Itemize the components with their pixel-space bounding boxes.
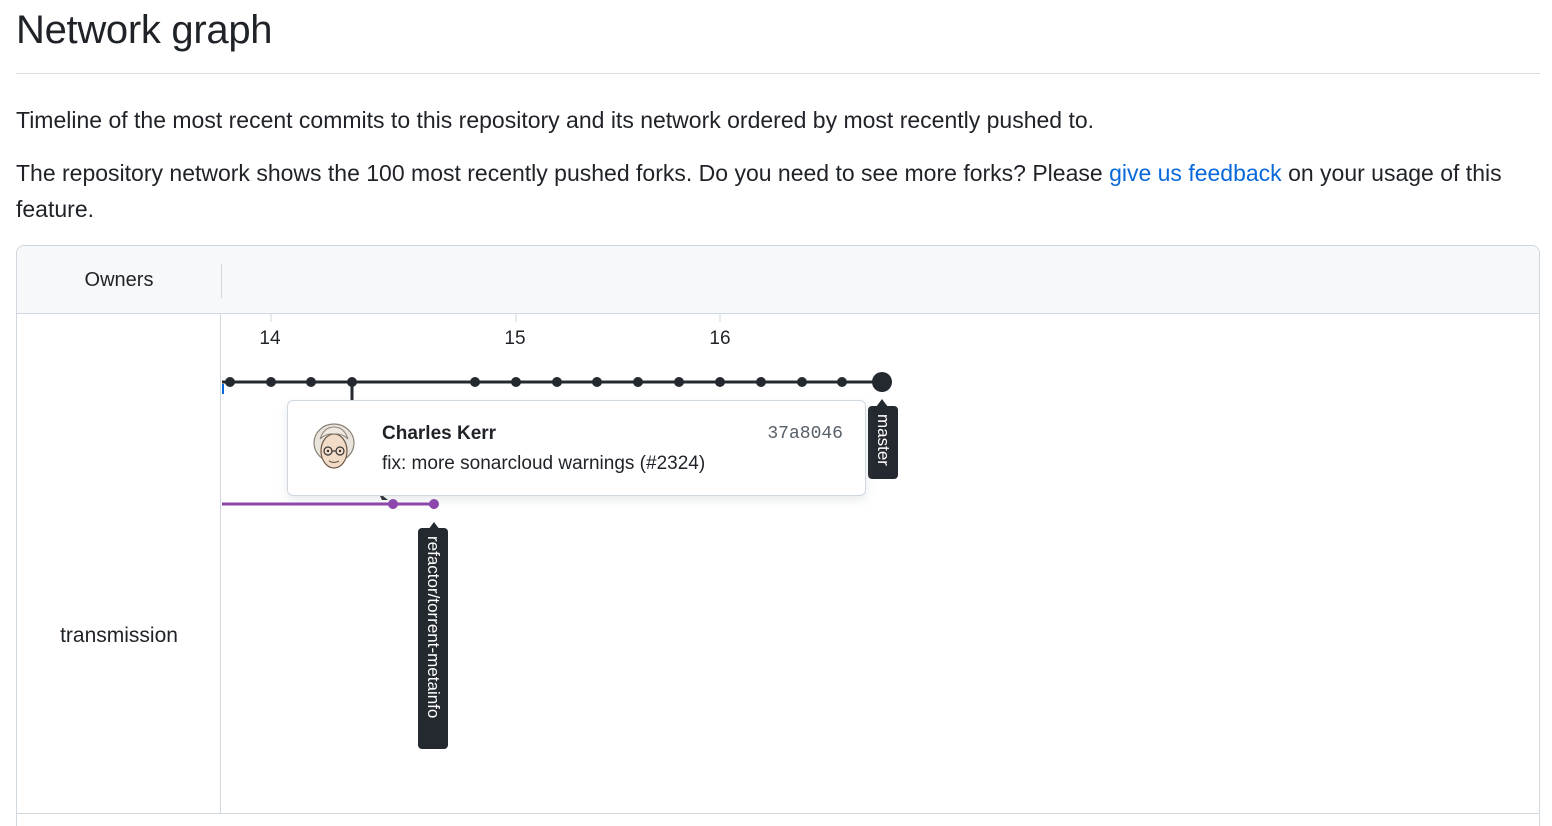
commit-author: Charles Kerr [382, 423, 497, 444]
commit-dot [633, 377, 643, 387]
commit-dot [674, 377, 684, 387]
commit-dot [837, 377, 847, 387]
commit-dot [306, 377, 316, 387]
author-avatar [310, 421, 358, 477]
commit-sha[interactable]: 37a8046 [767, 424, 843, 444]
description-network-text: The repository network shows the 100 mos… [16, 160, 1110, 186]
commit-dot [266, 377, 276, 387]
graph-header: Owners [17, 246, 1539, 314]
commit-dot [715, 377, 725, 387]
network-graph-page: Network graph Timeline of the most recen… [0, 0, 1552, 826]
commit-dot [470, 377, 480, 387]
branch-tag-refactor[interactable]: refactor/torrent-metainfo [418, 528, 448, 749]
owner-transmission[interactable]: transmission [17, 624, 221, 648]
commit-dot [797, 377, 807, 387]
branch-commit-dot [429, 499, 439, 509]
commit-dot [592, 377, 602, 387]
header-divider [221, 264, 222, 298]
owners-column-header: Owners [84, 268, 154, 291]
description-timeline: Timeline of the most recent commits to t… [16, 107, 1095, 133]
branch-commit-dot [388, 499, 398, 509]
page-title: Network graph [16, 8, 273, 52]
title-divider [16, 73, 1540, 74]
description-network: The repository network shows the 100 mos… [16, 155, 1516, 227]
avatar-illustration [313, 423, 355, 469]
commit-dot [552, 377, 562, 387]
commit-dot [511, 377, 521, 387]
commit-dot [756, 377, 766, 387]
owners-column: transmission [17, 314, 221, 814]
commit-dot [225, 377, 235, 387]
panel-bottom-divider [17, 813, 1539, 814]
head-commit-dot [872, 372, 892, 392]
network-graph-panel: Owners transmission 14 15 16 master refa… [16, 245, 1540, 826]
feedback-link[interactable]: give us feedback [1109, 160, 1282, 186]
commit-message: fix: more sonarcloud warnings (#2324) [382, 453, 706, 474]
commit-popover: Charles Kerr 37a8046 fix: more sonarclou… [287, 400, 866, 496]
commit-dot [347, 377, 357, 387]
branch-tag-master[interactable]: master [868, 406, 898, 479]
